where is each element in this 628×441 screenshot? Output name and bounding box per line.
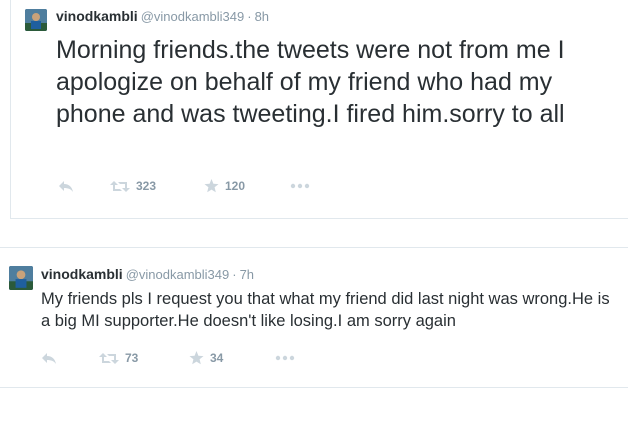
retweet-button[interactable]: 323 xyxy=(110,179,204,193)
reply-button[interactable] xyxy=(41,352,99,365)
tweet-text: My friends pls I request you that what m… xyxy=(41,290,610,330)
retweet-icon xyxy=(99,352,119,364)
avatar[interactable] xyxy=(9,266,33,290)
tweet-fullname[interactable]: vinodkambli xyxy=(41,266,123,282)
retweet-count: 323 xyxy=(136,179,157,193)
retweet-count: 73 xyxy=(125,351,139,365)
retweet-icon xyxy=(110,180,130,192)
more-button[interactable] xyxy=(275,355,295,361)
avatar[interactable] xyxy=(25,9,47,31)
tweet-username[interactable]: @vinodkambli349 xyxy=(141,9,245,24)
tweet-header: vinodkambli @vinodkambli349 · 7h xyxy=(41,266,254,283)
tweet-timestamp[interactable]: 8h xyxy=(255,9,269,24)
favorite-count: 34 xyxy=(210,351,224,365)
tweet-separator: · xyxy=(232,267,237,282)
tweet-timestamp[interactable]: 7h xyxy=(240,267,254,282)
more-button[interactable] xyxy=(290,183,310,189)
tweet-separator: · xyxy=(247,9,252,24)
tweet-text: Morning friends.the tweets were not from… xyxy=(56,36,565,128)
tweet-fullname[interactable]: vinodkambli xyxy=(56,8,138,24)
reply-icon xyxy=(42,352,56,364)
star-icon xyxy=(204,179,219,193)
more-dots-icon xyxy=(290,183,310,189)
tweet-header: vinodkambli @vinodkambli349 · 8h xyxy=(56,8,269,25)
star-icon xyxy=(189,351,204,365)
tweet-username[interactable]: @vinodkambli349 xyxy=(126,267,230,282)
favorite-button[interactable]: 34 xyxy=(189,351,275,365)
tweet-actions: 73 34 xyxy=(41,350,295,366)
reply-button[interactable] xyxy=(58,180,110,193)
more-dots-icon xyxy=(275,355,295,361)
retweet-button[interactable]: 73 xyxy=(99,351,189,365)
tweet-actions: 323 120 xyxy=(58,178,310,194)
reply-icon xyxy=(59,180,73,192)
favorite-button[interactable]: 120 xyxy=(204,179,290,193)
favorite-count: 120 xyxy=(225,179,246,193)
